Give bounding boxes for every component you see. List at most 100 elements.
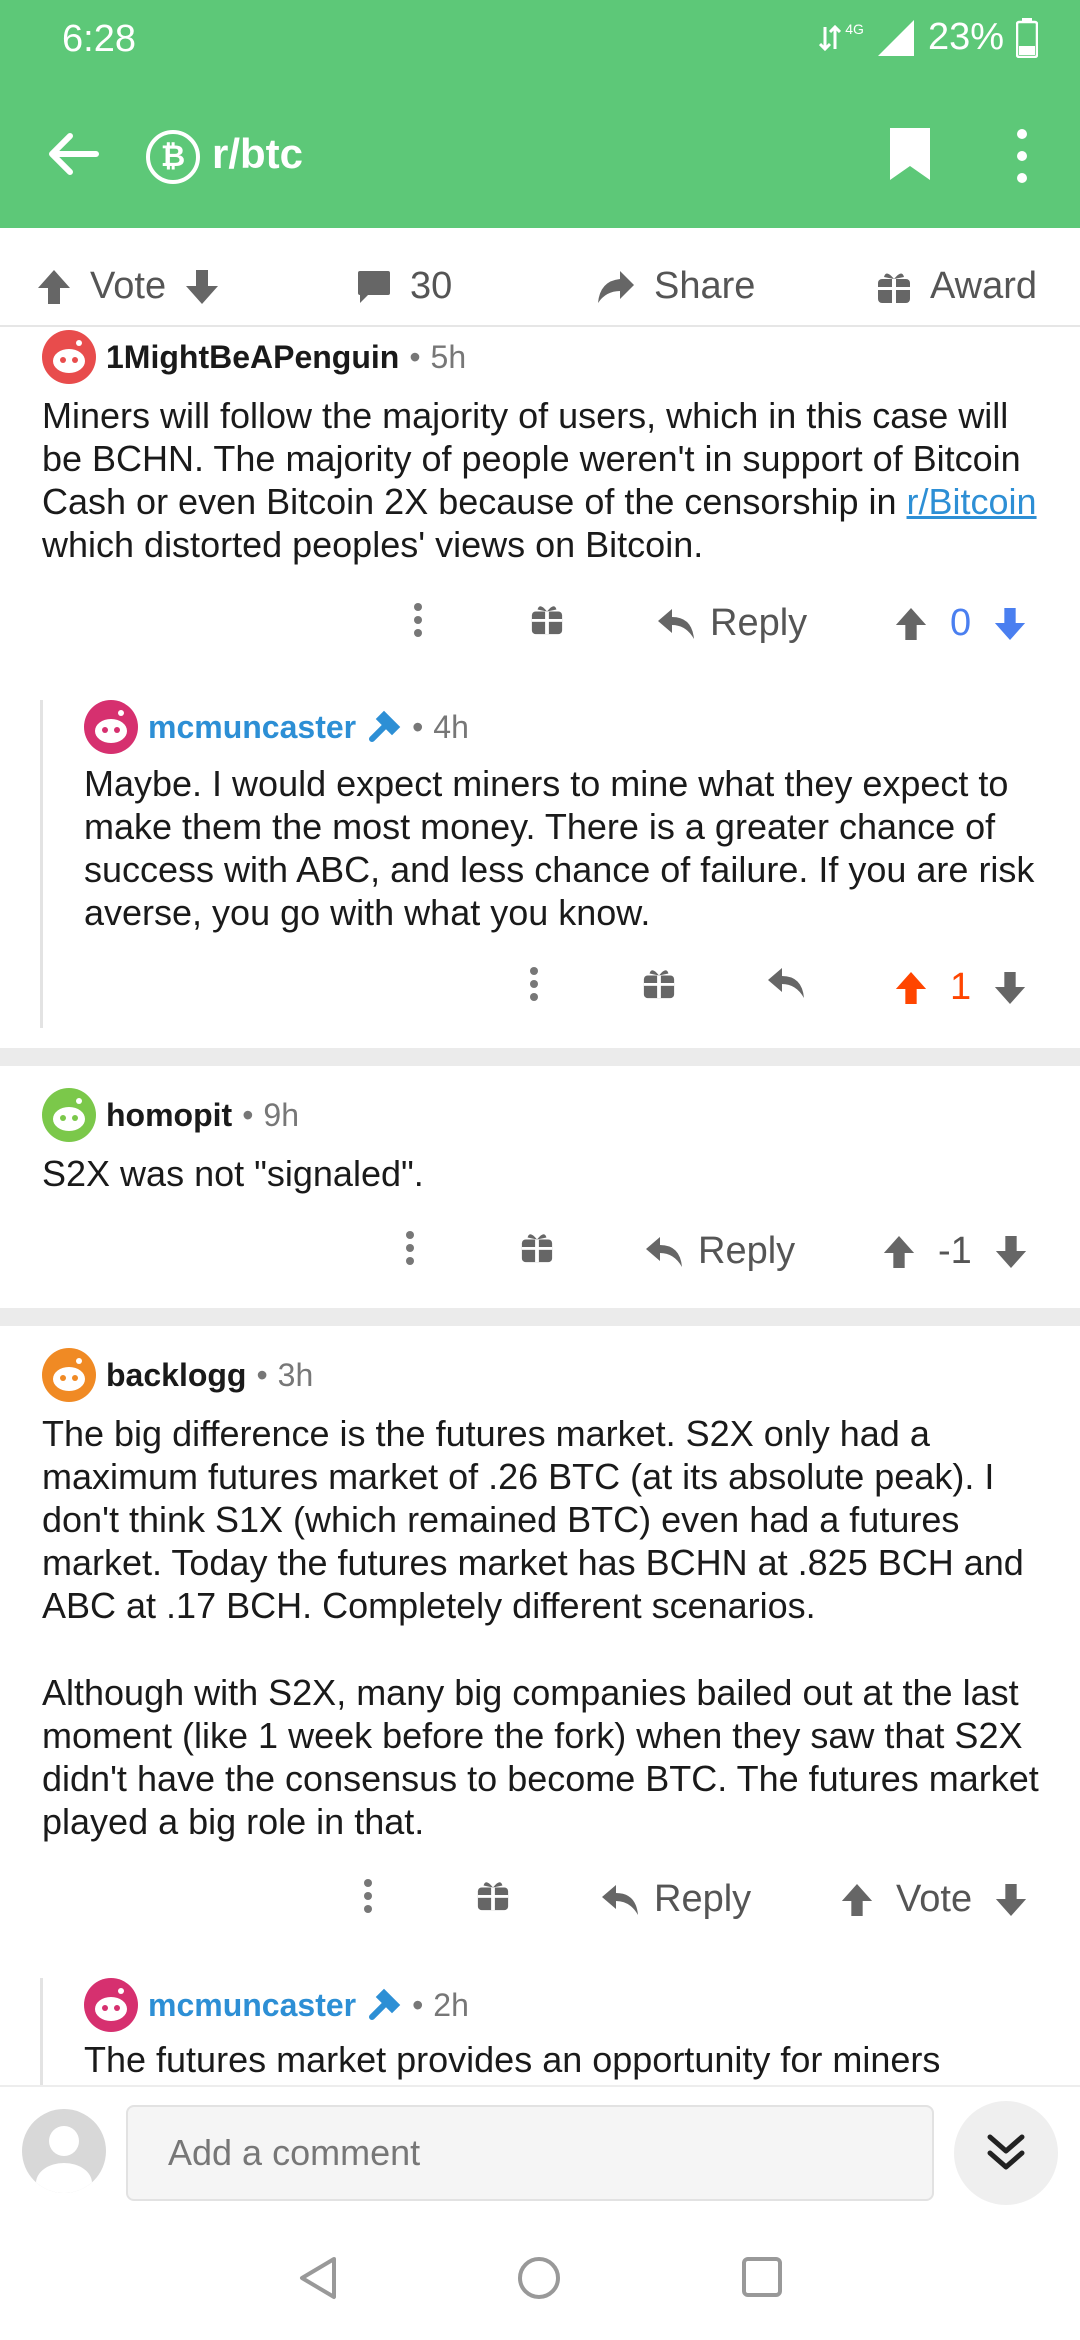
top-bar: 6:28 4G 23% ₿ r/btc — [0, 0, 1080, 228]
comment-header: backlogg • 3h — [42, 1348, 313, 1402]
snoo-icon — [95, 1988, 127, 2021]
downvote-icon[interactable] — [993, 970, 1027, 1006]
post-action-row: Vote 30 Share Award — [0, 265, 1080, 327]
comment-author[interactable]: mcmuncaster — [148, 709, 356, 746]
reply-label: Reply — [698, 1230, 796, 1272]
comment-body: S2X was not "signaled". — [42, 1153, 424, 1194]
comment-actions: Reply -1 — [0, 1230, 1080, 1290]
nav-recents-icon[interactable] — [740, 2255, 784, 2299]
nav-home-icon[interactable] — [516, 2255, 562, 2301]
award-button[interactable] — [530, 602, 564, 636]
upvote-icon[interactable] — [36, 268, 72, 306]
award-button[interactable] — [642, 966, 676, 1000]
downvote-icon[interactable] — [184, 268, 220, 306]
upvote-icon[interactable] — [882, 1234, 916, 1270]
comment: 1MightBeAPenguin • 5h Miners will follow… — [0, 330, 1080, 670]
comment-author[interactable]: 1MightBeAPenguin — [106, 339, 399, 376]
screen: { "status_bar": { "time": "6:28", "netwo… — [0, 0, 1080, 2340]
more-options-button[interactable] — [528, 966, 540, 1002]
separator-dot: • — [409, 338, 421, 375]
avatar[interactable] — [42, 1088, 96, 1142]
comment-text-end: which distorted peoples' views on Bitcoi… — [42, 524, 704, 565]
more-options-button[interactable] — [404, 1230, 416, 1266]
comments-button[interactable]: 30 — [356, 265, 452, 308]
bitcoin-icon: ₿ — [146, 130, 200, 184]
reply-button[interactable]: Reply — [656, 602, 807, 645]
double-chevron-down-icon — [987, 2134, 1025, 2170]
subreddit-link[interactable]: r/Bitcoin — [907, 481, 1037, 522]
downvote-icon[interactable] — [994, 1882, 1028, 1918]
more-vertical-icon[interactable] — [1012, 126, 1032, 186]
separator-dot: • — [412, 708, 424, 745]
app-bar: ₿ r/btc — [0, 80, 1080, 228]
bookmark-icon[interactable] — [888, 126, 932, 182]
award-button[interactable] — [476, 1878, 510, 1912]
subreddit-title[interactable]: r/btc — [212, 130, 303, 178]
user-avatar[interactable] — [22, 2109, 106, 2193]
post-vote: Vote — [36, 265, 220, 308]
comment-time: 4h — [433, 708, 469, 745]
signal-icon — [877, 19, 914, 56]
comment-body: The futures market provides an opportuni… — [84, 2039, 941, 2080]
comment: homopit • 9h S2X was not "signaled". Rep… — [0, 1088, 1080, 1308]
reply-label: Reply — [710, 602, 808, 644]
nav-back-icon[interactable] — [296, 2255, 340, 2301]
score: 1 — [950, 966, 972, 1008]
award-label: Award — [930, 265, 1038, 307]
section-divider — [0, 1308, 1080, 1326]
snoo-icon — [53, 340, 85, 373]
comment-text: Miners will follow the majority of users… — [42, 395, 1021, 522]
snoo-icon — [53, 1098, 85, 1131]
downvote-icon[interactable] — [993, 606, 1027, 642]
comment-composer: Add a comment — [0, 2085, 1080, 2215]
share-button[interactable]: Share — [596, 265, 755, 308]
network-type: 4G — [845, 20, 864, 37]
reply-button[interactable]: Reply — [644, 1230, 795, 1273]
more-vertical-icon — [406, 1231, 414, 1265]
jump-next-button[interactable] — [954, 2101, 1058, 2205]
more-vertical-icon — [530, 967, 538, 1001]
comment-actions: Reply Vote — [0, 1878, 1080, 1938]
avatar[interactable] — [84, 700, 138, 754]
award-button[interactable] — [520, 1230, 554, 1264]
avatar[interactable] — [84, 1978, 138, 2032]
reply-label: Reply — [654, 1878, 752, 1920]
more-options-button[interactable] — [412, 602, 424, 638]
comment: backlogg • 3h The big difference is the … — [0, 1348, 1080, 1938]
separator-dot: • — [256, 1356, 268, 1393]
back-arrow-icon[interactable] — [44, 124, 104, 184]
battery-percent: 23% — [927, 16, 1004, 58]
more-options-button[interactable] — [362, 1878, 374, 1914]
comment-time: 5h — [430, 338, 467, 375]
upvote-icon[interactable] — [894, 970, 928, 1006]
moderator-icon — [369, 1988, 401, 2020]
comment-author[interactable]: homopit — [106, 1097, 232, 1134]
comment-time: 9h — [263, 1096, 299, 1133]
reply-button[interactable] — [766, 966, 806, 1000]
system-nav-bar — [0, 2215, 1080, 2340]
snoo-icon — [53, 1358, 85, 1391]
avatar[interactable] — [42, 330, 96, 384]
reply-button[interactable]: Reply — [600, 1878, 751, 1921]
award-button[interactable]: Award — [876, 265, 1037, 308]
status-right: 4G 23% — [819, 16, 1038, 59]
comment-input[interactable]: Add a comment — [126, 2105, 934, 2201]
snoo-icon — [95, 710, 127, 743]
gift-icon — [531, 606, 563, 635]
vote-label: Vote — [90, 265, 167, 307]
comment-header: homopit • 9h — [42, 1088, 299, 1142]
upvote-icon[interactable] — [894, 606, 928, 642]
downvote-icon[interactable] — [994, 1234, 1028, 1270]
upvote-icon[interactable] — [840, 1882, 874, 1918]
status-time: 6:28 — [62, 18, 136, 60]
comment-author[interactable]: backlogg — [106, 1357, 246, 1394]
comment-header: mcmuncaster • 4h — [84, 700, 469, 754]
comment-body: The big difference is the futures market… — [42, 1412, 1064, 1843]
vote-label: Vote — [896, 1878, 973, 1920]
avatar[interactable] — [42, 1348, 96, 1402]
comments-count: 30 — [410, 265, 453, 307]
comment-author[interactable]: mcmuncaster — [148, 1987, 356, 2024]
reply-icon — [768, 968, 804, 998]
battery-icon — [1016, 17, 1038, 58]
reply-icon — [602, 1884, 638, 1915]
